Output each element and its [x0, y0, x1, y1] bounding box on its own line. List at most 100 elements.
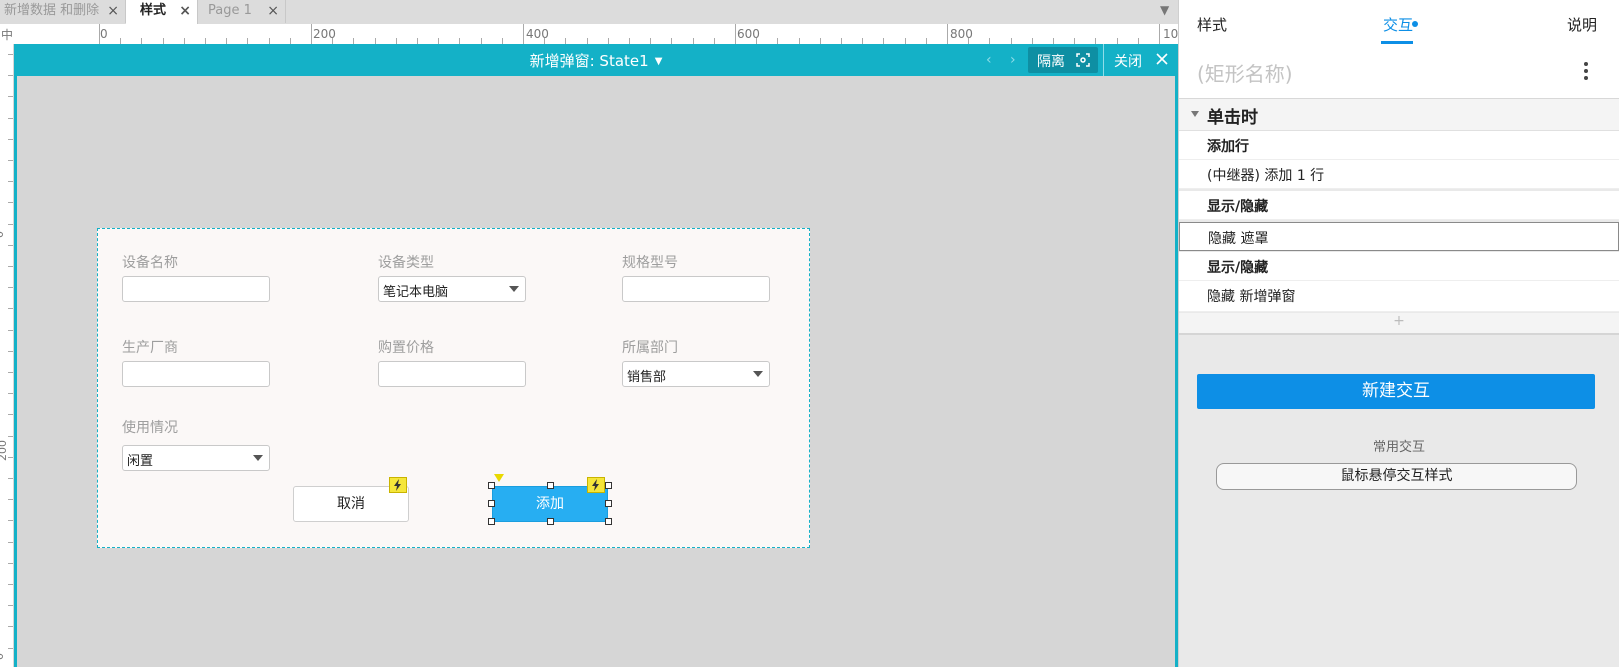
ruler-label: 400: [526, 27, 549, 41]
field-label-department: 所属部门: [622, 340, 678, 356]
resize-handle[interactable]: [547, 482, 554, 489]
ruler-tick: [8, 393, 13, 394]
tab-overflow-icon[interactable]: ▼: [1160, 3, 1169, 17]
resize-handle[interactable]: [605, 518, 612, 525]
interaction-bolt-icon[interactable]: [587, 477, 605, 493]
spec-model-input[interactable]: [622, 276, 770, 302]
resize-handle[interactable]: [547, 518, 554, 525]
price-input[interactable]: [378, 361, 526, 387]
name-placeholder: (矩形名称): [1197, 62, 1293, 86]
ruler-label: 0: [0, 231, 6, 238]
event-name: 单击时: [1207, 108, 1258, 128]
tab-label: Page 1: [208, 3, 252, 18]
plus-icon: +: [1393, 313, 1405, 329]
dropdown-arrow-icon: [253, 455, 263, 461]
add-action-row[interactable]: +: [1179, 313, 1619, 335]
horizontal-ruler: 中 0 200 400 600 800 10: [0, 24, 1178, 45]
collapse-triangle-icon[interactable]: [1191, 111, 1199, 117]
ruler-tick: [8, 626, 13, 627]
cancel-label: 取消: [337, 496, 365, 512]
close-icon: [1156, 53, 1168, 65]
ruler-corner: 中: [1, 28, 14, 42]
ruler-tick: [8, 308, 13, 309]
ruler-tick: [8, 224, 13, 225]
close-label: 关闭: [1114, 54, 1142, 70]
resize-handle[interactable]: [488, 482, 495, 489]
action-label: 隐藏 新增弹窗: [1207, 289, 1296, 305]
ruler-tick: [8, 96, 13, 97]
ruler-tick: [8, 542, 13, 543]
ruler-tick: [8, 351, 13, 352]
ruler-tick: [947, 24, 948, 44]
vertical-ruler: 0 200 0: [0, 44, 14, 667]
ruler-tick: [735, 24, 736, 44]
hover-style-label: 鼠标悬停交互样式: [1340, 468, 1453, 484]
caret-down-icon: ▼: [654, 56, 663, 67]
action-label: 添加行: [1207, 139, 1249, 155]
active-dot-icon: [1412, 21, 1418, 27]
prev-state-icon[interactable]: ‹: [986, 52, 992, 68]
tab-label: 样式: [140, 3, 167, 18]
action-label: 隐藏 遮罩: [1208, 231, 1269, 247]
close-icon[interactable]: ×: [267, 0, 279, 22]
ruler-tick: [8, 414, 13, 415]
event-header[interactable]: 单击时: [1179, 99, 1619, 131]
resize-handle[interactable]: [605, 482, 612, 489]
action-group-show-hide[interactable]: 显示/隐藏: [1179, 191, 1619, 220]
close-icon[interactable]: ×: [107, 0, 119, 22]
device-type-select[interactable]: 笔记本电脑: [378, 276, 526, 302]
dropdown-arrow-icon: [509, 286, 519, 292]
action-group-add-rows[interactable]: 添加行: [1179, 131, 1619, 160]
close-icon[interactable]: ×: [179, 0, 191, 22]
action-label: (中继器) 添加 1 行: [1207, 168, 1325, 184]
action-detail-add-row[interactable]: (中继器) 添加 1 行: [1179, 160, 1619, 189]
close-edit-button[interactable]: 关闭: [1103, 44, 1179, 76]
manufacturer-input[interactable]: [122, 361, 270, 387]
dynamic-panel-editbar: 新增弹窗: State1 ▼ ‹ ›: [14, 44, 1178, 76]
ruler-tick: [99, 24, 100, 44]
add-label: 添加: [536, 496, 564, 512]
tab-notes[interactable]: 说明: [1567, 14, 1597, 35]
field-label-manufacturer: 生产厂商: [122, 340, 178, 356]
tab-style-inspector[interactable]: 样式: [1197, 14, 1227, 35]
hover-style-button[interactable]: 鼠标悬停交互样式: [1216, 463, 1577, 490]
ruler-tick: [523, 24, 524, 44]
rotation-anchor-icon[interactable]: [494, 474, 504, 482]
isolate-label: 隔离: [1037, 54, 1065, 70]
ruler-tick: [8, 181, 13, 182]
usage-select[interactable]: 闲置: [122, 445, 270, 471]
ruler-tick: [8, 648, 13, 649]
focus-icon: [1076, 53, 1090, 67]
action-group-show-hide-2[interactable]: 显示/隐藏: [1179, 252, 1619, 281]
tab-new-data[interactable]: 新增数据 和删除 ×: [0, 0, 126, 23]
state-name: 新增弹窗: State1: [529, 52, 649, 70]
tab-interactions[interactable]: 交互: [1383, 14, 1413, 35]
resize-handle[interactable]: [488, 518, 495, 525]
ruler-label: 0: [100, 27, 108, 41]
ruler-tick: [311, 24, 312, 44]
tab-style[interactable]: 样式 ×: [126, 0, 198, 24]
ruler-label: 800: [950, 27, 973, 41]
department-select[interactable]: 销售部: [622, 361, 770, 387]
action-detail-hide-mask[interactable]: 隐藏 遮罩: [1179, 222, 1619, 251]
new-interaction-button[interactable]: 新建交互: [1197, 374, 1595, 409]
next-state-icon[interactable]: ›: [1010, 52, 1016, 68]
ruler-tick: [8, 245, 13, 246]
field-label-price: 购置价格: [378, 340, 434, 356]
tab-page-1[interactable]: Page 1 ×: [198, 0, 286, 23]
action-detail-hide-popup[interactable]: 隐藏 新增弹窗: [1179, 281, 1619, 312]
interaction-bolt-icon[interactable]: [389, 477, 407, 493]
resize-handle[interactable]: [605, 500, 612, 507]
ruler-tick: [8, 266, 13, 267]
ruler-tick: [8, 75, 13, 76]
isolate-button[interactable]: 隔离: [1028, 47, 1098, 73]
panel-state-title[interactable]: 新增弹窗: State1 ▼: [14, 50, 1178, 71]
more-options-icon[interactable]: [1584, 62, 1588, 83]
ruler-tick: [8, 118, 13, 119]
widget-name-field[interactable]: (矩形名称): [1179, 44, 1619, 99]
ruler-tick: [8, 160, 13, 161]
field-label-usage: 使用情况: [122, 420, 178, 436]
resize-handle[interactable]: [488, 500, 495, 507]
select-value: 销售部: [627, 370, 667, 385]
device-name-input[interactable]: [122, 276, 270, 302]
